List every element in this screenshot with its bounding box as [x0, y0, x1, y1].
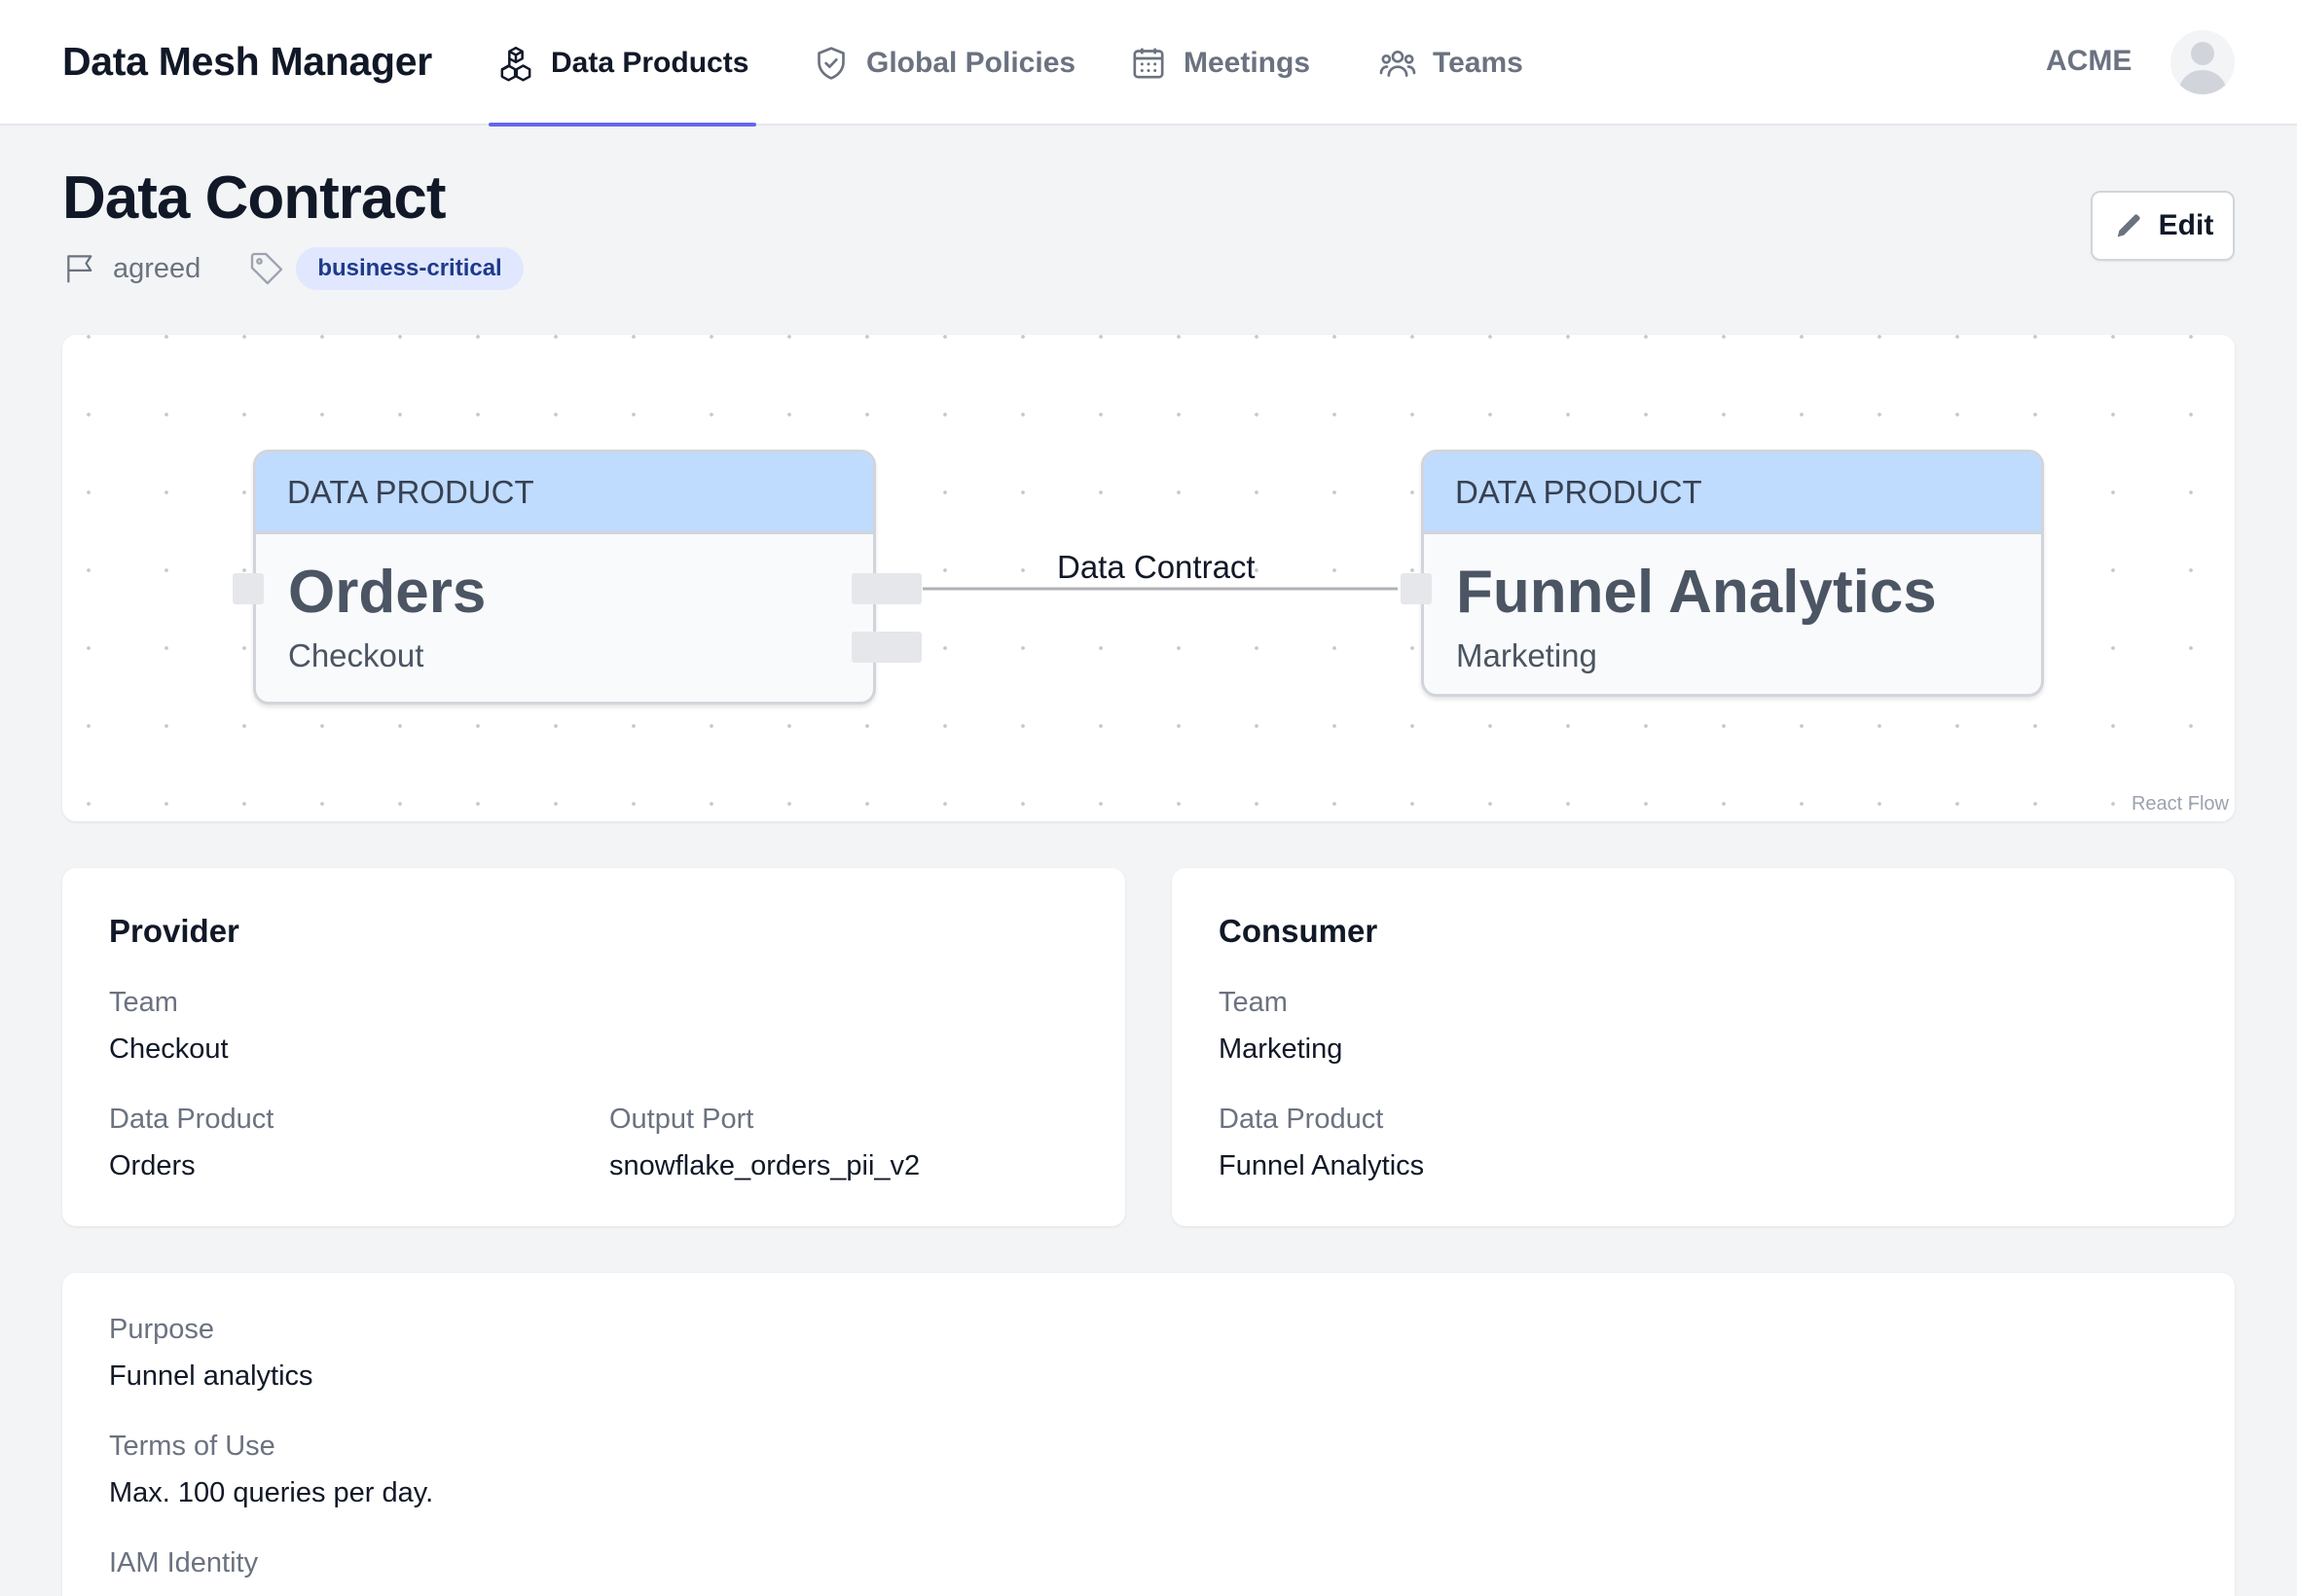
nav-label: Data Products — [551, 46, 749, 79]
team-label: Team — [109, 987, 178, 1018]
contract-meta: agreed business-critical — [62, 247, 524, 290]
node-type-label: DATA PRODUCT — [256, 453, 873, 534]
page-title: Data Contract — [62, 164, 447, 232]
terms-of-use-label: Terms of Use — [109, 1431, 275, 1462]
terms-of-use-value: Max. 100 queries per day. — [109, 1477, 434, 1508]
user-avatar-icon — [2178, 42, 2227, 94]
purpose-value: Funnel analytics — [109, 1360, 313, 1392]
contract-details-card: Purpose Funnel analytics Terms of Use Ma… — [62, 1273, 2235, 1596]
data-product-value: Orders — [109, 1150, 196, 1181]
nav-global-policies[interactable]: Global Policies — [812, 0, 1076, 126]
edit-button-label: Edit — [2158, 209, 2214, 241]
pencil-icon — [2117, 214, 2140, 237]
node-title: Funnel Analytics — [1456, 559, 1937, 626]
node-title: Orders — [288, 559, 487, 626]
target-handle[interactable] — [1401, 573, 1432, 604]
nav-data-products[interactable]: Data Products — [488, 0, 757, 127]
top-navigation: Data Mesh Manager Data Products Global P… — [0, 0, 2297, 127]
edge-label: Data Contract — [1057, 549, 1256, 585]
card-title: Consumer — [1219, 913, 1378, 949]
nav-label: Teams — [1433, 46, 1523, 79]
flag-icon — [67, 255, 92, 283]
output-port-value: snowflake_orders_pii_v2 — [609, 1150, 921, 1181]
data-product-label: Data Product — [1219, 1104, 1384, 1135]
consumer-card: Consumer Team Marketing Data Product Fun… — [1172, 868, 2235, 1226]
avatar[interactable] — [2170, 30, 2235, 94]
target-handle[interactable] — [233, 573, 264, 604]
data-product-value: Funnel Analytics — [1219, 1150, 1425, 1181]
nav-meetings[interactable]: Meetings — [1129, 0, 1310, 126]
team-value: Marketing — [1219, 1034, 1343, 1065]
shield-icon — [818, 46, 845, 80]
organization-name[interactable]: ACME — [2046, 45, 2132, 78]
iam-identity-label: IAM Identity — [109, 1547, 259, 1578]
provider-card: Provider Team Checkout Data Product Orde… — [62, 868, 1125, 1226]
nav-teams[interactable]: Teams — [1378, 0, 1523, 126]
tag-icon — [251, 252, 283, 285]
cubes-icon — [500, 46, 531, 82]
users-icon — [1379, 50, 1416, 77]
team-value: Checkout — [109, 1034, 229, 1065]
flow-canvas[interactable]: DATA PRODUCT Orders Checkout Data Contra… — [62, 335, 2235, 821]
consumer-node[interactable]: DATA PRODUCT Funnel Analytics Marketing — [1401, 450, 2044, 697]
calendar-icon — [1133, 48, 1164, 79]
nav-label: Global Policies — [866, 46, 1076, 79]
node-team: Checkout — [288, 637, 424, 673]
data-product-label: Data Product — [109, 1104, 274, 1135]
node-team: Marketing — [1456, 637, 1597, 673]
nav-label: Meetings — [1184, 46, 1311, 79]
react-flow-attribution[interactable]: React Flow — [2132, 793, 2229, 816]
output-port-label: Output Port — [609, 1104, 754, 1135]
edit-button[interactable]: Edit — [2091, 191, 2235, 261]
source-handle[interactable] — [852, 632, 922, 663]
card-title: Provider — [109, 913, 239, 949]
app-brand[interactable]: Data Mesh Manager — [62, 39, 432, 85]
purpose-label: Purpose — [109, 1314, 215, 1345]
node-type-label: DATA PRODUCT — [1424, 453, 2041, 534]
status-text: agreed — [113, 252, 201, 284]
source-handle[interactable] — [852, 573, 922, 604]
team-label: Team — [1219, 987, 1288, 1018]
tag-badge[interactable]: business-critical — [296, 247, 524, 290]
provider-node[interactable]: DATA PRODUCT Orders Checkout — [233, 450, 922, 705]
